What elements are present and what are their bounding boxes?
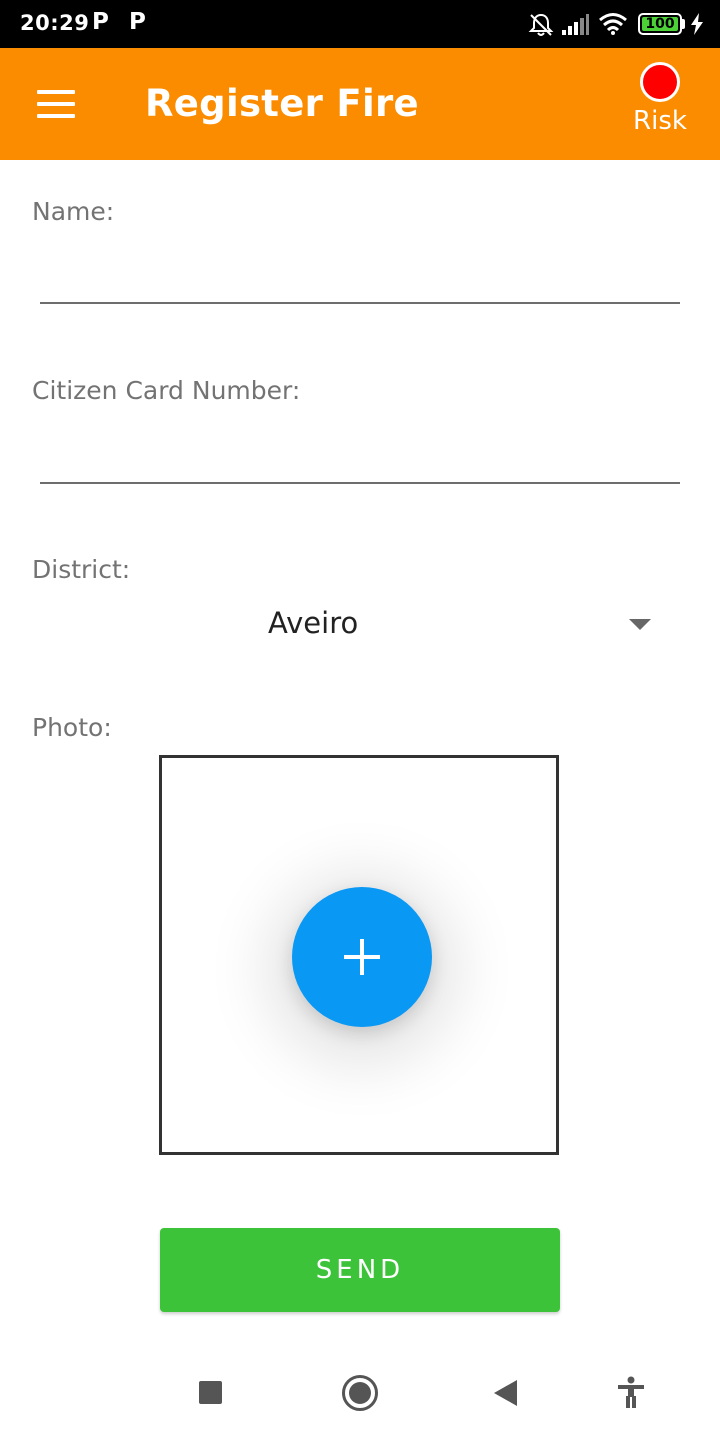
muted-bell-icon (528, 13, 554, 36)
risk-dot-icon (640, 62, 680, 102)
district-dropdown[interactable]: Aveiro (40, 592, 680, 656)
add-photo-button[interactable] (292, 887, 432, 1027)
page-title: Register Fire (145, 82, 419, 125)
citizen-card-label: Citizen Card Number: (32, 376, 301, 405)
parking-notification-icon: P (92, 9, 109, 35)
back-triangle-icon[interactable] (494, 1380, 517, 1406)
name-input-underline (40, 302, 680, 304)
risk-label: Risk (633, 106, 687, 136)
battery-level: 100 (645, 16, 675, 32)
battery-icon: 100 (638, 13, 682, 35)
citizen-card-input[interactable] (40, 424, 680, 480)
name-input[interactable] (40, 244, 680, 300)
district-label: District: (32, 555, 131, 584)
send-button[interactable]: SEND (160, 1228, 560, 1312)
wifi-icon (599, 13, 627, 35)
plus-icon (360, 939, 364, 975)
battery-tip (682, 19, 685, 29)
photo-frame[interactable] (159, 755, 559, 1155)
signal-strength-icon (562, 14, 589, 35)
dropdown-arrow-icon (629, 619, 651, 630)
system-nav-bar (0, 1344, 720, 1440)
hamburger-menu-icon[interactable] (26, 76, 86, 132)
charging-bolt-icon (691, 13, 703, 35)
recents-square-icon[interactable] (199, 1381, 222, 1404)
app-bar: Register Fire Risk (0, 48, 720, 160)
citizen-card-input-underline (40, 482, 680, 484)
district-selected-value: Aveiro (268, 606, 359, 640)
accessibility-icon[interactable] (616, 1376, 646, 1408)
photo-label: Photo: (32, 713, 112, 742)
parking-notification-icon: P (129, 9, 146, 35)
status-time: 20:29 (20, 11, 90, 35)
status-bar: 20:29 P P 100 (0, 0, 720, 48)
home-circle-icon[interactable] (342, 1375, 378, 1411)
name-label: Name: (32, 197, 115, 226)
risk-indicator[interactable]: Risk (620, 62, 700, 148)
